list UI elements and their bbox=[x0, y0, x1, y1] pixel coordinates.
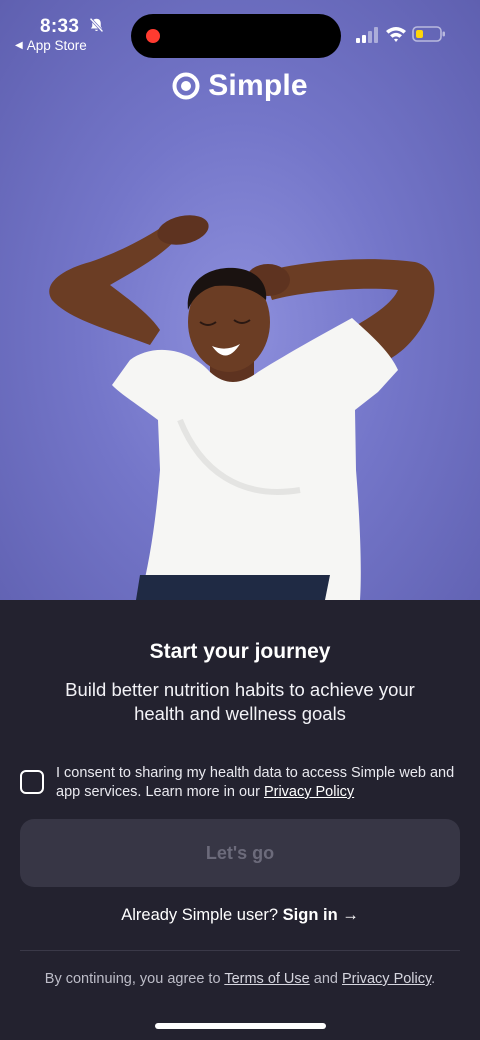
brand-header: Simple bbox=[0, 66, 480, 106]
home-indicator[interactable] bbox=[155, 1023, 326, 1029]
legal-and: and bbox=[313, 971, 338, 987]
wifi-icon bbox=[386, 27, 406, 42]
brand-name: Simple bbox=[208, 69, 308, 102]
consent-text: I consent to sharing my health data to a… bbox=[56, 764, 466, 802]
simple-logo-icon bbox=[172, 72, 200, 100]
signin-prompt: Already Simple user? bbox=[121, 906, 279, 924]
hero-photo bbox=[49, 215, 435, 600]
arrow-right-icon: → bbox=[342, 906, 359, 924]
signal-icon bbox=[356, 27, 378, 43]
onboarding-panel: Start your journey Build better nutritio… bbox=[0, 600, 480, 1040]
sign-in-label: Sign in bbox=[282, 906, 338, 924]
page-subtitle: Build better nutrition habits to achieve… bbox=[65, 679, 415, 724]
status-bar: 8:33 ◀ App Store bbox=[0, 0, 480, 60]
privacy-policy-link[interactable]: Privacy Policy bbox=[342, 971, 431, 987]
back-to-app-store[interactable]: ◀ App Store bbox=[15, 38, 87, 53]
back-app-label: App Store bbox=[26, 38, 87, 53]
bell-slash-icon bbox=[89, 17, 104, 33]
battery-icon bbox=[412, 26, 445, 42]
hero-section: 8:33 ◀ App Store Simple bbox=[0, 0, 480, 600]
legal-suffix: . bbox=[431, 971, 436, 987]
dynamic-island bbox=[131, 14, 341, 58]
consent-label: I consent to sharing my health data to a… bbox=[56, 765, 455, 800]
status-time: 8:33 bbox=[40, 16, 80, 37]
consent-privacy-policy-link[interactable]: Privacy Policy bbox=[264, 784, 354, 800]
recording-indicator-icon bbox=[146, 29, 160, 43]
back-arrow-icon: ◀ bbox=[15, 40, 23, 51]
sign-in-link[interactable]: Sign in → bbox=[283, 906, 359, 924]
terms-of-use-link[interactable]: Terms of Use bbox=[224, 971, 309, 987]
consent-row: I consent to sharing my health data to a… bbox=[20, 764, 460, 804]
consent-checkbox[interactable] bbox=[20, 770, 44, 794]
legal-footer: By continuing, you agree to Terms of Use… bbox=[0, 971, 480, 987]
legal-prefix: By continuing, you agree to bbox=[44, 971, 221, 987]
divider bbox=[20, 950, 460, 951]
page-title: Start your journey bbox=[149, 640, 331, 663]
signin-row: Already Simple user? Sign in → bbox=[0, 906, 480, 925]
lets-go-button[interactable]: Let's go bbox=[20, 819, 460, 887]
